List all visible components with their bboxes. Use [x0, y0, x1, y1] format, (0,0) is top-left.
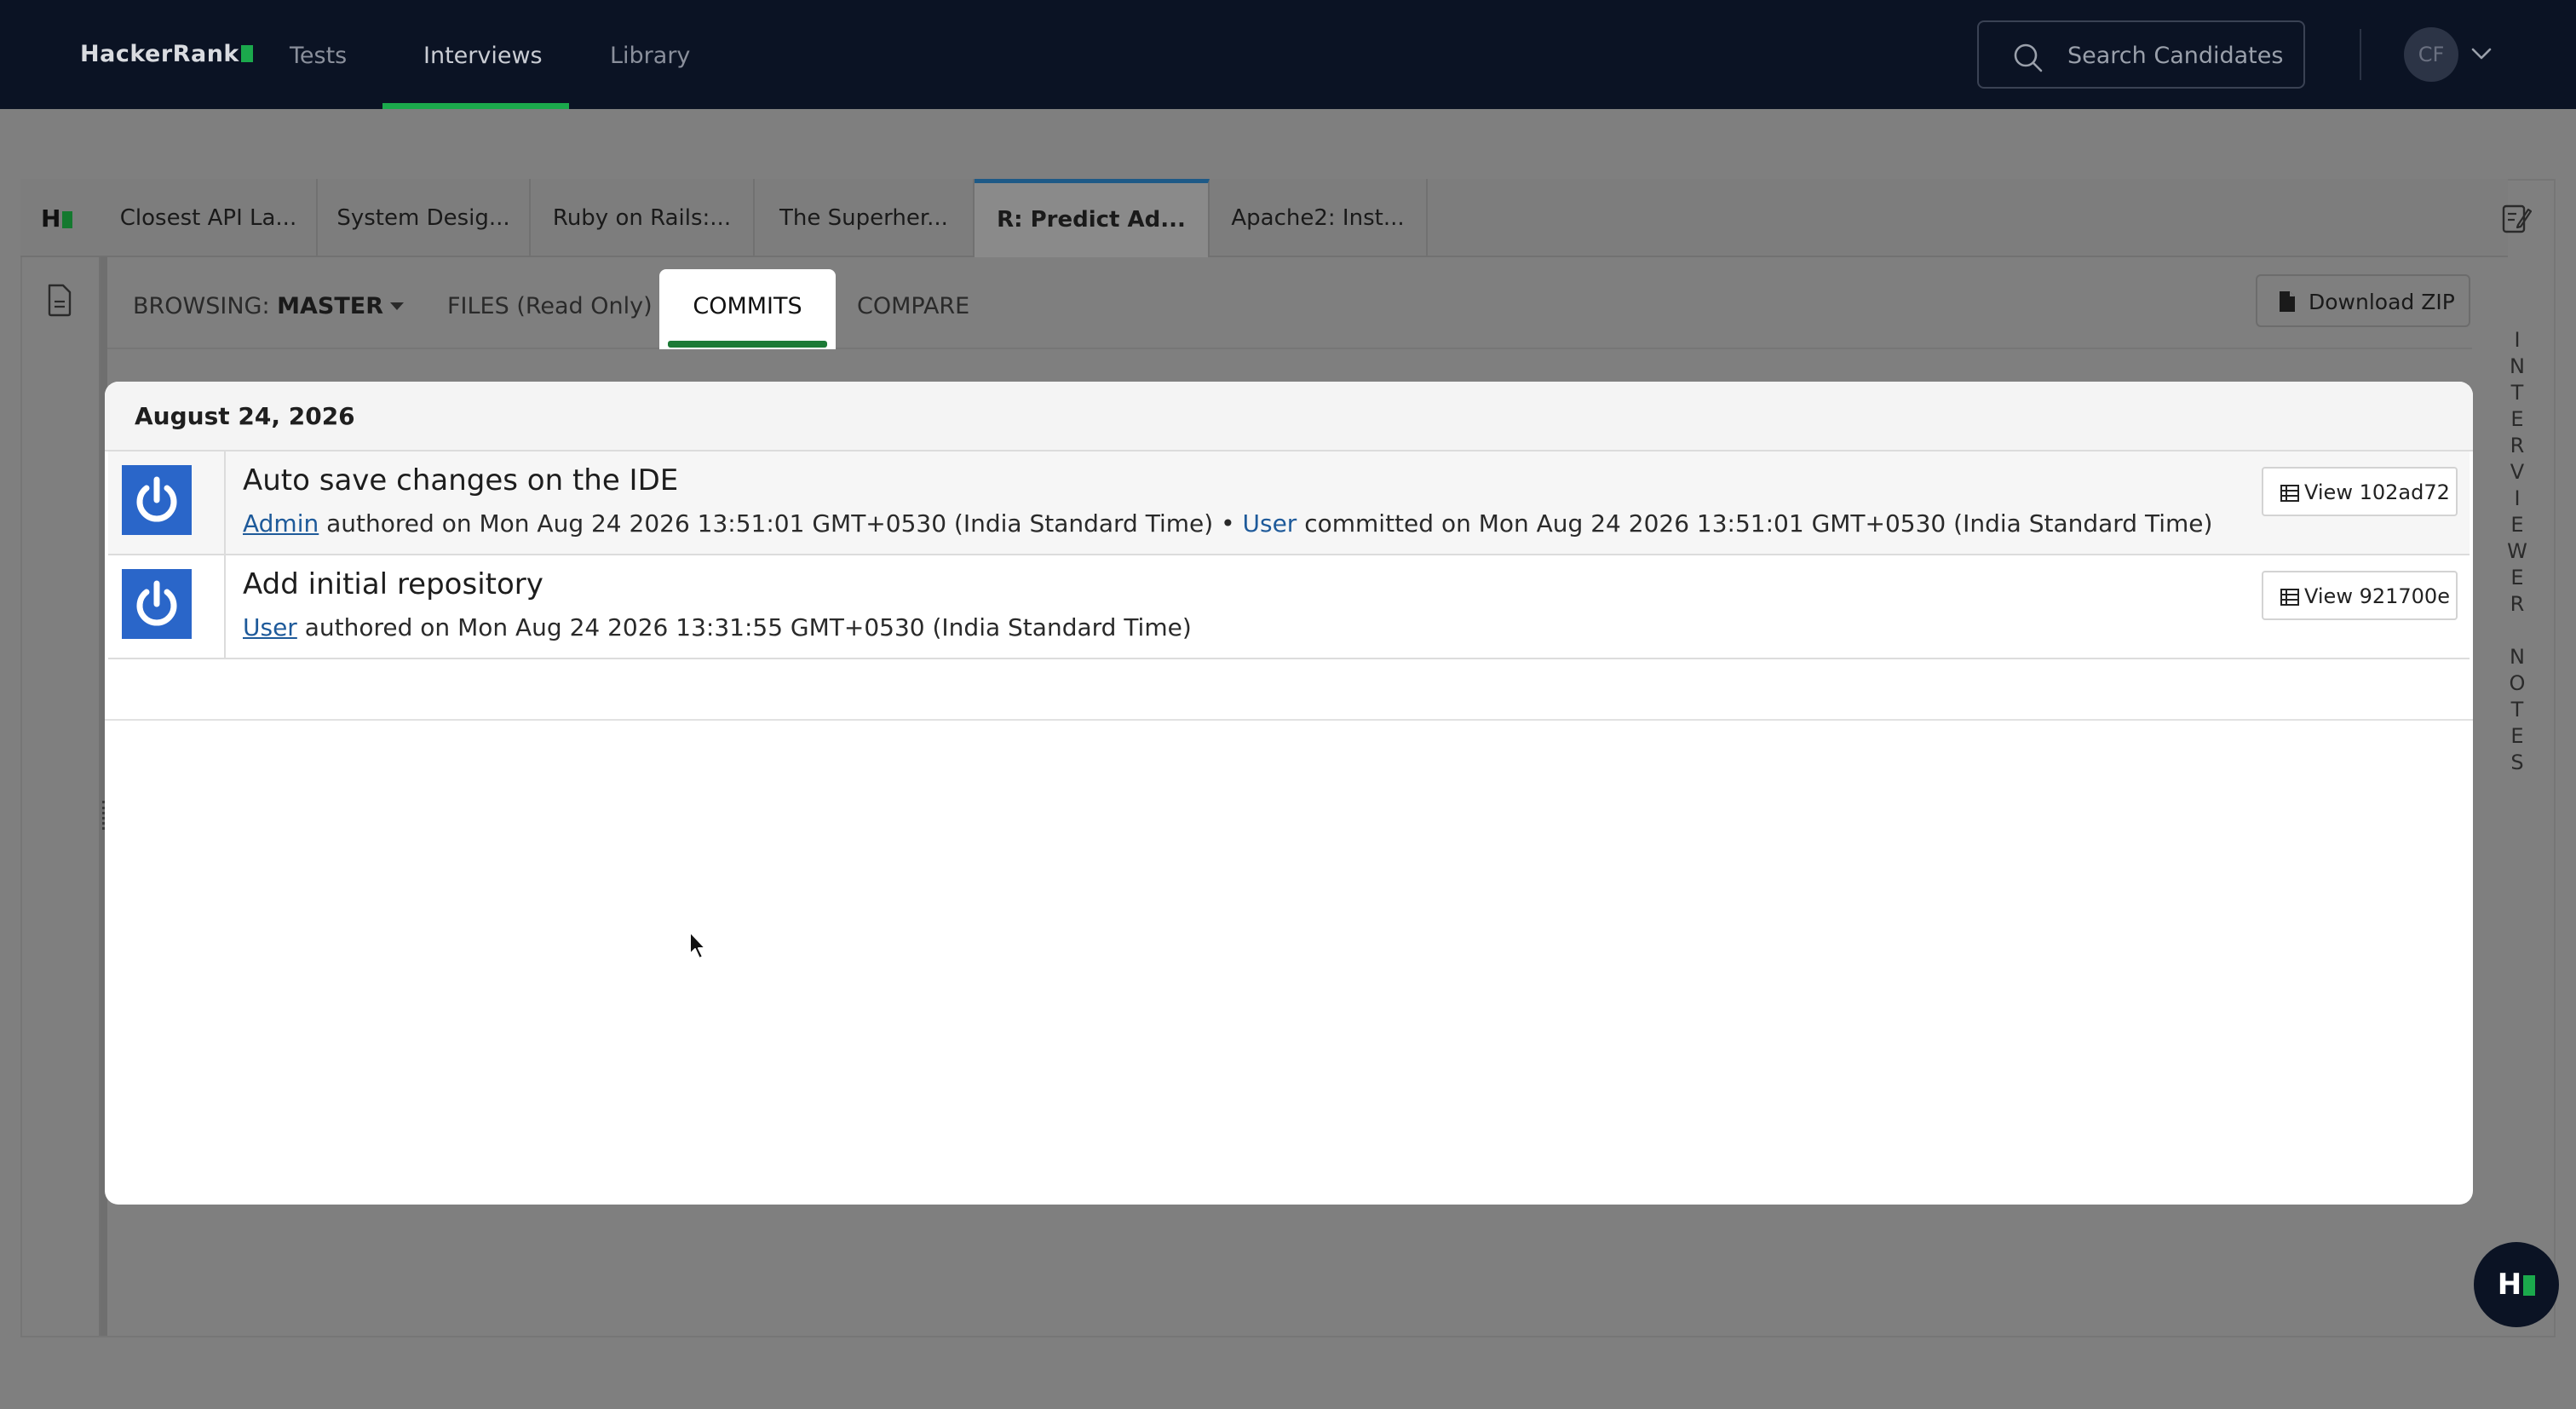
caret-down-icon — [390, 302, 405, 310]
file-icon[interactable] — [46, 283, 73, 317]
view-commit-button[interactable]: View 102ad72 — [2262, 467, 2458, 516]
commit-row: Add initial repository User authored on … — [108, 555, 2470, 659]
nav-divider — [2360, 29, 2361, 80]
view-commit-button[interactable]: View 921700e — [2262, 571, 2458, 620]
commit-message: Auto save changes on the IDE — [243, 463, 679, 497]
tab-superhero[interactable]: The Superher... — [755, 179, 975, 257]
tab-system-design[interactable]: System Desig... — [318, 179, 531, 257]
commit-meta: Admin authored on Mon Aug 24 2026 13:51:… — [243, 509, 2212, 538]
committer-link[interactable]: User — [1243, 509, 1297, 538]
file-download-icon — [2280, 291, 2295, 312]
download-zip-label: Download ZIP — [2309, 290, 2455, 314]
hackerrank-help-button[interactable]: H — [2474, 1242, 2559, 1327]
commit-message: Add initial repository — [243, 567, 543, 601]
author-link[interactable]: Admin — [243, 509, 319, 538]
commits-tab-label: COMMITS — [693, 293, 802, 319]
list-icon — [2280, 485, 2299, 502]
avatar[interactable]: CF — [2404, 27, 2458, 82]
nav-interviews[interactable]: Interviews — [423, 43, 543, 69]
interviewer-notes-label[interactable]: INTERVIEWER NOTES — [2504, 327, 2530, 776]
search-candidates-box[interactable]: Search Candidates — [1977, 20, 2305, 89]
tab-ruby-on-rails[interactable]: Ruby on Rails:... — [531, 179, 755, 257]
commits-panel: August 24, 2026 Auto save changes on the… — [105, 382, 2473, 1205]
power-icon — [136, 476, 177, 522]
search-icon — [2014, 43, 2043, 72]
view-commit-label: View 102ad72 — [2304, 480, 2450, 504]
commit-avatar-cell — [108, 555, 226, 658]
hackerrank-logo[interactable]: HackerRank — [80, 41, 253, 67]
commit-avatar — [122, 569, 192, 639]
tab-apache2[interactable]: Apache2: Inst... — [1210, 179, 1428, 257]
branch-selector[interactable]: BROWSING: MASTER — [133, 293, 405, 319]
download-zip-button[interactable]: Download ZIP — [2256, 274, 2470, 327]
compare-tab[interactable]: COMPARE — [857, 293, 969, 319]
branch-name: MASTER — [277, 293, 384, 319]
nav-tests[interactable]: Tests — [290, 43, 347, 69]
commit-avatar-cell — [108, 451, 226, 554]
chevron-down-icon[interactable] — [2470, 43, 2493, 65]
browsing-prefix: BROWSING: — [133, 293, 278, 319]
list-icon — [2280, 589, 2299, 606]
commits-tab[interactable]: COMMITS — [659, 269, 836, 349]
view-commit-label: View 921700e — [2304, 584, 2450, 608]
authored-text: authored on Mon Aug 24 2026 13:51:01 GMT… — [319, 509, 1243, 538]
commit-avatar — [122, 465, 192, 535]
hackerrank-mini-logo: H — [41, 204, 73, 233]
search-placeholder: Search Candidates — [2067, 43, 2284, 69]
committed-text: committed on Mon Aug 24 2026 13:51:01 GM… — [1297, 509, 2213, 538]
commit-date-header: August 24, 2026 — [105, 382, 2473, 451]
files-tab[interactable]: FILES (Read Only) — [447, 293, 653, 319]
commit-row: Auto save changes on the IDE Admin autho… — [108, 451, 2470, 555]
commit-date: August 24, 2026 — [135, 402, 355, 430]
tab-closest-api[interactable]: Closest API La... — [101, 179, 318, 257]
active-tab-indicator — [668, 341, 827, 348]
mouse-cursor-icon — [689, 931, 706, 959]
nav-library[interactable]: Library — [610, 43, 690, 69]
notes-edit-icon[interactable] — [2501, 201, 2532, 235]
left-rail — [22, 257, 101, 1336]
top-nav: HackerRank Tests Interviews Library Sear… — [0, 0, 2576, 109]
active-nav-indicator — [382, 103, 569, 109]
author-link[interactable]: User — [243, 613, 297, 641]
list-divider — [105, 719, 2473, 721]
power-icon — [136, 580, 177, 626]
commit-meta: User authored on Mon Aug 24 2026 13:31:5… — [243, 613, 1192, 641]
authored-text: authored on Mon Aug 24 2026 13:31:55 GMT… — [296, 613, 1192, 641]
tab-r-predict[interactable]: R: Predict Ad... — [975, 179, 1210, 257]
